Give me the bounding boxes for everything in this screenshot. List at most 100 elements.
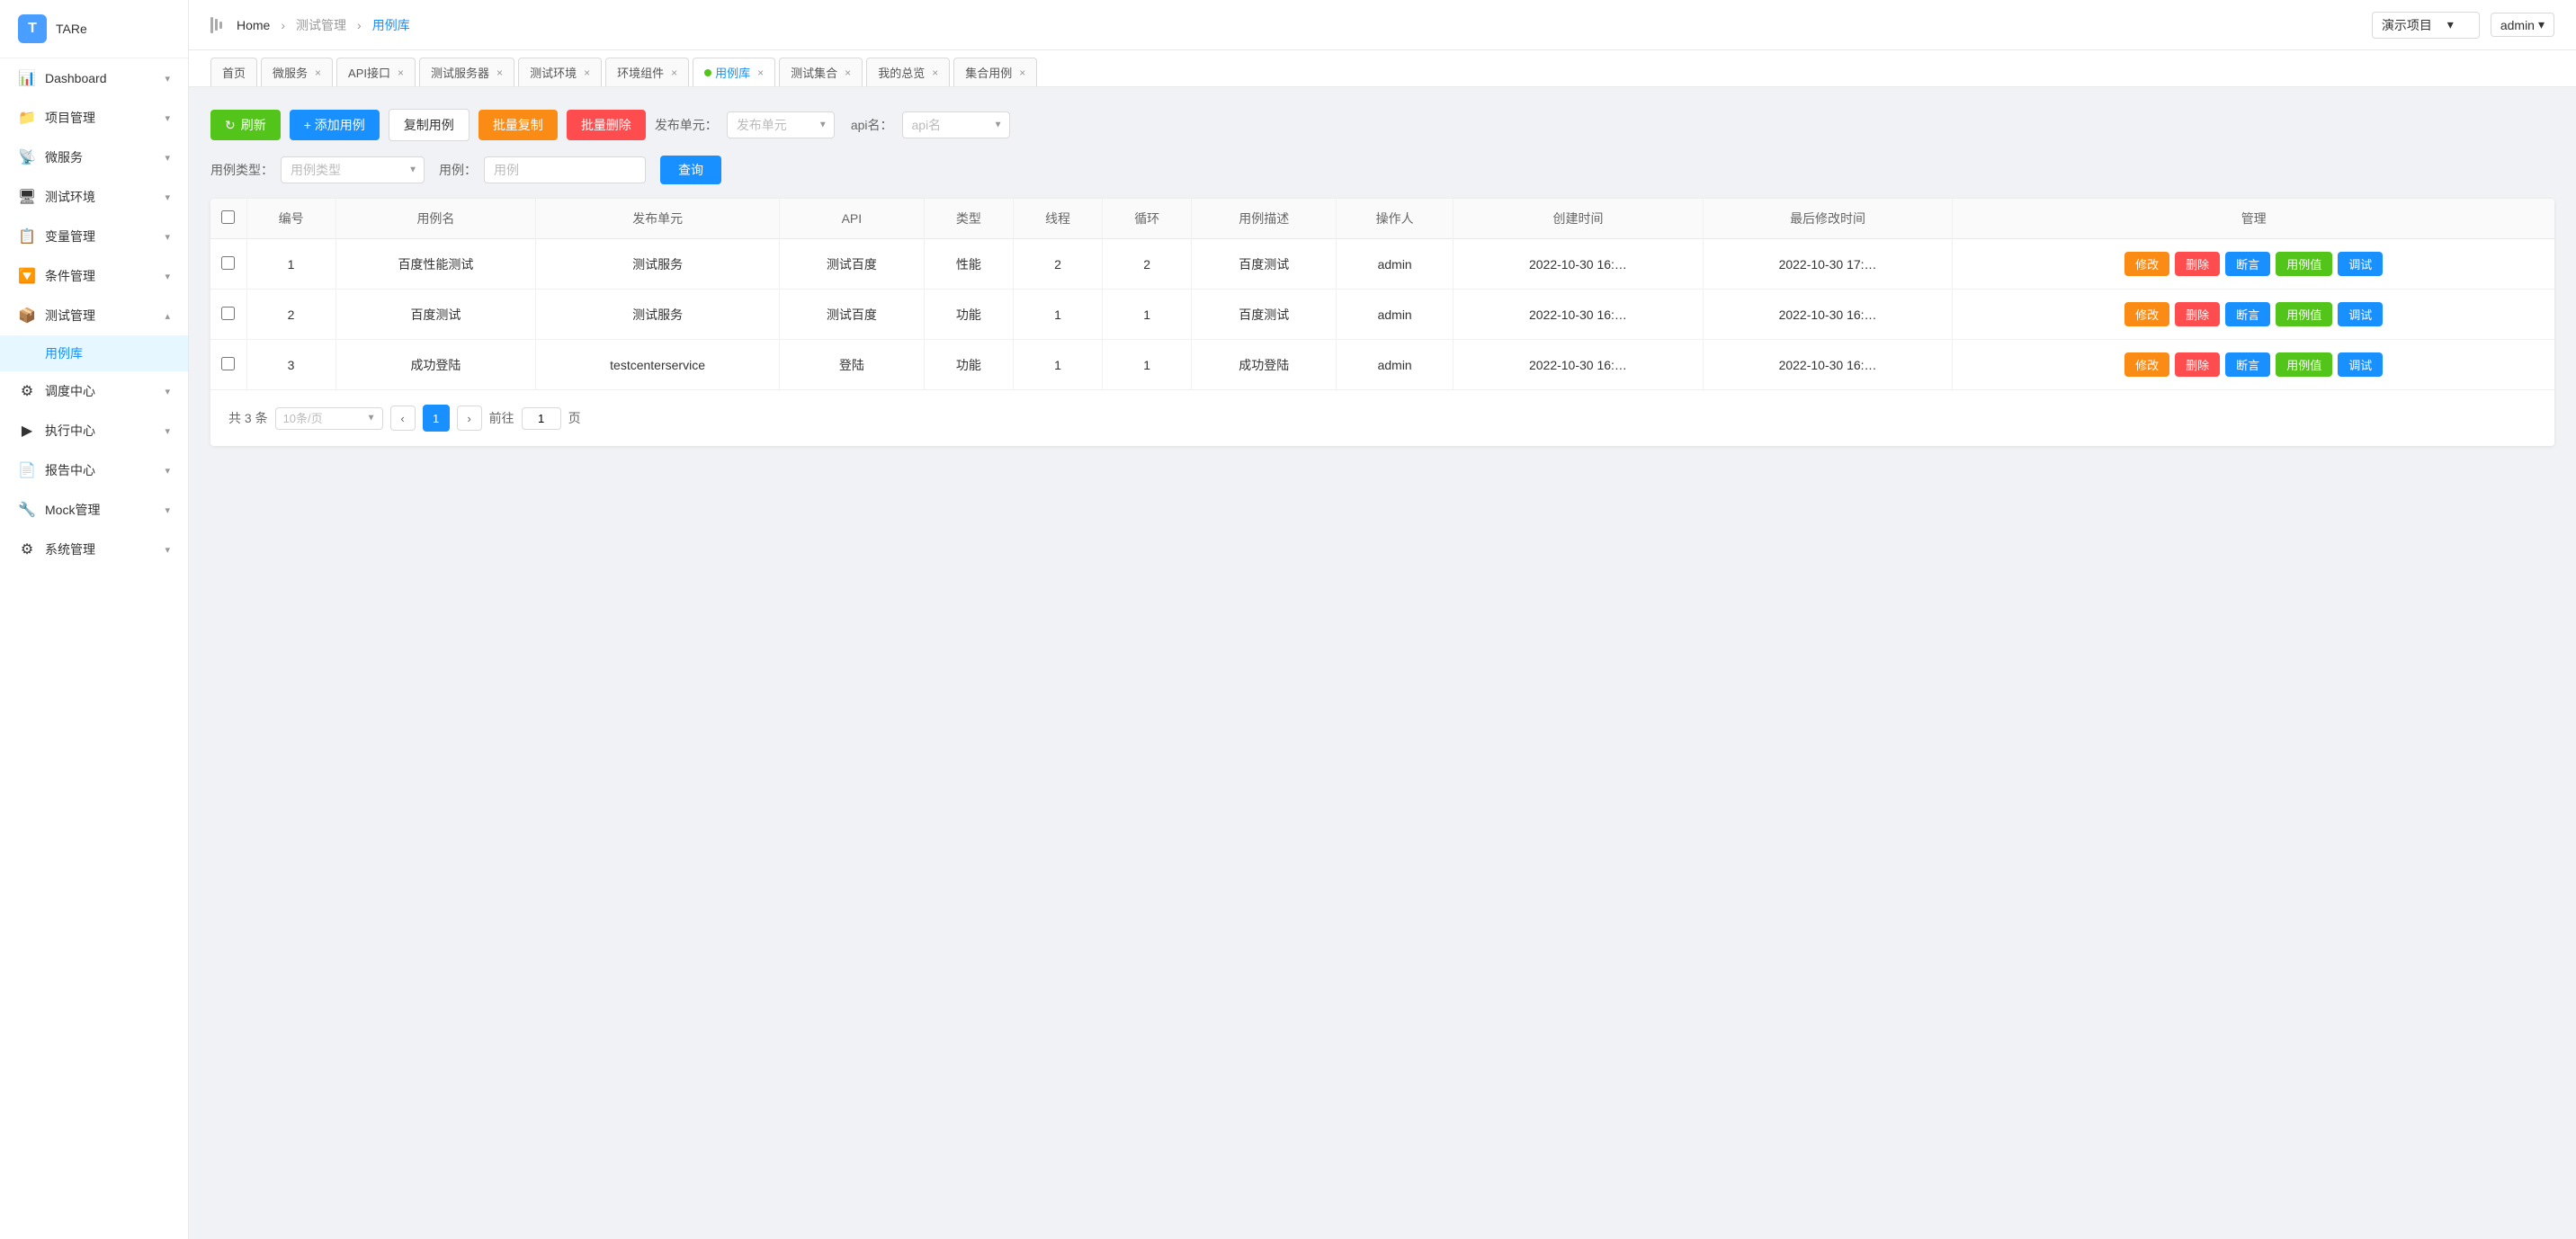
total-count: 共 3 条 — [228, 409, 268, 427]
breadcrumb-test-mgmt[interactable]: 测试管理 — [296, 16, 346, 34]
tab-test-cases-close[interactable]: × — [757, 67, 764, 79]
tab-env-component[interactable]: 环境组件 × — [605, 58, 689, 87]
sidebar-label-report: 报告中心 — [45, 461, 95, 479]
sidebar-sub-item-test-cases[interactable]: 用例库 — [0, 335, 188, 371]
assert-button[interactable]: 断言 — [2225, 352, 2270, 377]
sidebar-item-var-mgmt[interactable]: 📋 变量管理 ▾ — [0, 217, 188, 256]
sidebar-label-condition: 条件管理 — [45, 267, 95, 285]
chevron-down-icon: ▾ — [165, 544, 170, 556]
tab-test-server-close[interactable]: × — [496, 67, 503, 79]
tab-integrated-cases-close[interactable]: × — [1019, 67, 1025, 79]
test-button[interactable]: 调试 — [2338, 352, 2383, 377]
copy-case-button[interactable]: 复制用例 — [389, 109, 470, 141]
table-container: 编号 用例名 发布单元 API 类型 线程 循环 用例描述 操作人 创建时间 最… — [210, 199, 2554, 446]
menu-bars-icon[interactable] — [210, 17, 222, 33]
case-type-select[interactable]: 用例类型 — [281, 156, 425, 183]
header: Home › 测试管理 › 用例库 演示项目 ▾ admin ▾ — [189, 0, 2576, 50]
col-created: 创建时间 — [1453, 199, 1704, 239]
publish-unit-select[interactable]: 发布单元 — [727, 111, 835, 138]
case-input[interactable] — [484, 156, 646, 183]
api-name-select[interactable]: api名 — [902, 111, 1010, 138]
tab-test-set-close[interactable]: × — [845, 67, 851, 79]
value-button[interactable]: 用例值 — [2276, 252, 2332, 276]
tab-microservice[interactable]: 微服务 × — [261, 58, 333, 87]
sidebar-item-mock[interactable]: 🔧 Mock管理 ▾ — [0, 490, 188, 530]
row-api: 登陆 — [779, 340, 924, 390]
delete-button[interactable]: 删除 — [2175, 352, 2220, 377]
edit-button[interactable]: 修改 — [2124, 252, 2169, 276]
edit-button[interactable]: 修改 — [2124, 352, 2169, 377]
schedule-icon: ⚙ — [18, 382, 36, 400]
row-modified: 2022-10-30 17:… — [1703, 239, 1953, 290]
page-size-select[interactable]: 10条/页 20条/页 50条/页 — [275, 407, 383, 430]
goto-label: 前往 — [489, 409, 514, 427]
sidebar-item-report[interactable]: 📄 报告中心 ▾ — [0, 450, 188, 490]
tab-microservice-close[interactable]: × — [315, 67, 321, 79]
tab-test-env-close[interactable]: × — [584, 67, 590, 79]
admin-button[interactable]: admin ▾ — [2491, 13, 2554, 37]
tab-test-server[interactable]: 测试服务器 × — [419, 58, 514, 87]
sidebar-item-test-env[interactable]: 🖥 测试环境 ▾ — [0, 177, 188, 217]
row-checkbox[interactable] — [221, 307, 235, 320]
edit-button[interactable]: 修改 — [2124, 302, 2169, 326]
sidebar-label-system: 系统管理 — [45, 540, 95, 558]
tab-env-component-close[interactable]: × — [671, 67, 677, 79]
project-select[interactable]: 演示项目 ▾ — [2372, 12, 2480, 39]
case-type-filter: 用例类型： 用例类型 — [210, 156, 425, 183]
breadcrumb-sep-1: › — [281, 18, 285, 32]
col-id: 编号 — [246, 199, 335, 239]
row-threads: 1 — [1013, 340, 1102, 390]
breadcrumb-home[interactable]: Home — [237, 18, 270, 32]
row-threads: 2 — [1013, 239, 1102, 290]
batch-delete-button[interactable]: 批量删除 — [567, 110, 646, 140]
cases-table: 编号 用例名 发布单元 API 类型 线程 循环 用例描述 操作人 创建时间 最… — [210, 199, 2554, 389]
row-loops: 1 — [1103, 290, 1192, 340]
query-button[interactable]: 查询 — [660, 156, 721, 184]
tab-integrated-cases[interactable]: 集合用例 × — [953, 58, 1037, 87]
sidebar-item-dashboard[interactable]: 📊 Dashboard ▾ — [0, 58, 188, 98]
sidebar-item-test-mgmt[interactable]: 📦 测试管理 ▴ — [0, 296, 188, 335]
tab-my-overview[interactable]: 我的总览 × — [866, 58, 950, 87]
publish-unit-label: 发布单元： — [655, 116, 718, 134]
prev-page-button[interactable]: ‹ — [390, 406, 416, 431]
next-page-button[interactable]: › — [457, 406, 482, 431]
test-button[interactable]: 调试 — [2338, 252, 2383, 276]
project-icon: 📁 — [18, 109, 36, 127]
tab-test-cases[interactable]: 用例库 × — [693, 58, 775, 87]
assert-button[interactable]: 断言 — [2225, 302, 2270, 326]
sidebar-item-system[interactable]: ⚙ 系统管理 ▾ — [0, 530, 188, 569]
tab-test-env[interactable]: 测试环境 × — [518, 58, 602, 87]
sidebar-item-schedule[interactable]: ⚙ 调度中心 ▾ — [0, 371, 188, 411]
batch-copy-button[interactable]: 批量复制 — [479, 110, 558, 140]
breadcrumb-current: 用例库 — [372, 16, 410, 34]
tab-api-close[interactable]: × — [398, 67, 404, 79]
row-checkbox-cell — [210, 239, 246, 290]
tab-home[interactable]: 首页 — [210, 58, 257, 87]
add-case-button[interactable]: + 添加用例 — [290, 110, 380, 140]
sidebar-item-microservice[interactable]: 📡 微服务 ▾ — [0, 138, 188, 177]
tab-api[interactable]: API接口 × — [336, 58, 416, 87]
logo-icon: T — [18, 14, 47, 43]
tab-my-overview-close[interactable]: × — [932, 67, 938, 79]
page-1-button[interactable]: 1 — [423, 405, 450, 432]
test-button[interactable]: 调试 — [2338, 302, 2383, 326]
sidebar-label-test-mgmt: 测试管理 — [45, 307, 95, 325]
delete-button[interactable]: 删除 — [2175, 252, 2220, 276]
row-checkbox[interactable] — [221, 256, 235, 270]
filter-row: 用例类型： 用例类型 用例： 查询 — [210, 156, 2554, 184]
sidebar-item-condition[interactable]: 🔽 条件管理 ▾ — [0, 256, 188, 296]
sidebar-item-project[interactable]: 📁 项目管理 ▾ — [0, 98, 188, 138]
value-button[interactable]: 用例值 — [2276, 302, 2332, 326]
value-button[interactable]: 用例值 — [2276, 352, 2332, 377]
sidebar-label-mock: Mock管理 — [45, 501, 100, 519]
refresh-button[interactable]: ↻ 刷新 — [210, 110, 281, 140]
sidebar-item-exec[interactable]: ▶ 执行中心 ▾ — [0, 411, 188, 450]
tab-test-set[interactable]: 测试集合 × — [779, 58, 863, 87]
assert-button[interactable]: 断言 — [2225, 252, 2270, 276]
select-all-checkbox[interactable] — [221, 210, 235, 224]
goto-input[interactable] — [522, 407, 561, 430]
row-loops: 2 — [1103, 239, 1192, 290]
row-api: 测试百度 — [779, 239, 924, 290]
row-checkbox[interactable] — [221, 357, 235, 370]
delete-button[interactable]: 删除 — [2175, 302, 2220, 326]
